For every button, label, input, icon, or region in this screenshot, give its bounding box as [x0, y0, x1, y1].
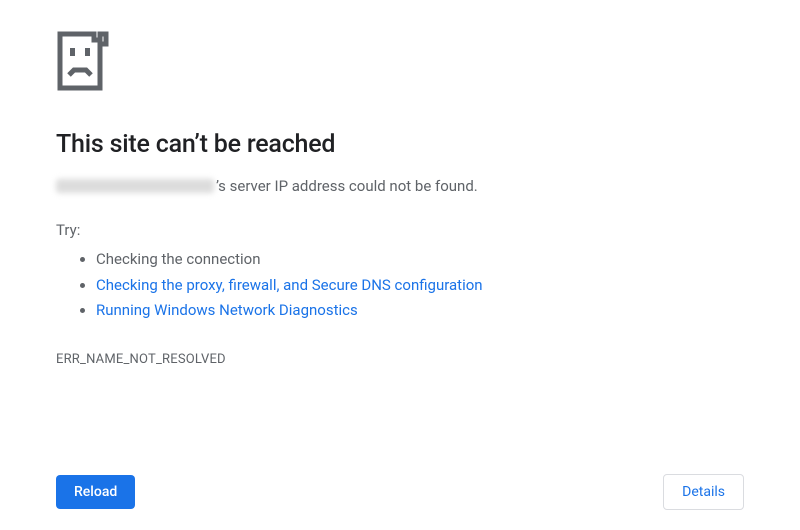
- suggestion-list: Checking the connection Checking the pro…: [56, 247, 744, 324]
- redacted-hostname: [56, 179, 214, 193]
- error-page: This site can’t be reached ’s server IP …: [0, 0, 800, 367]
- suggestion-item: Running Windows Network Diagnostics: [96, 298, 744, 324]
- sad-document-icon: [56, 30, 744, 92]
- error-code: ERR_NAME_NOT_RESOLVED: [56, 352, 744, 367]
- try-label: Try:: [56, 221, 744, 239]
- suggestion-item: Checking the connection: [96, 247, 744, 273]
- suggestion-link[interactable]: Checking the proxy, firewall, and Secure…: [96, 276, 483, 294]
- suggestion-item: Checking the proxy, firewall, and Secure…: [96, 273, 744, 299]
- suggestion-text: Checking the connection: [96, 250, 261, 268]
- error-subtitle: ’s server IP address could not be found.: [56, 177, 744, 195]
- suggestion-link[interactable]: Running Windows Network Diagnostics: [96, 301, 358, 319]
- button-row: Reload Details: [56, 474, 744, 510]
- error-title: This site can’t be reached: [56, 130, 744, 159]
- subtitle-suffix: ’s server IP address could not be found.: [216, 177, 478, 195]
- reload-button[interactable]: Reload: [56, 475, 135, 509]
- details-button[interactable]: Details: [663, 474, 744, 510]
